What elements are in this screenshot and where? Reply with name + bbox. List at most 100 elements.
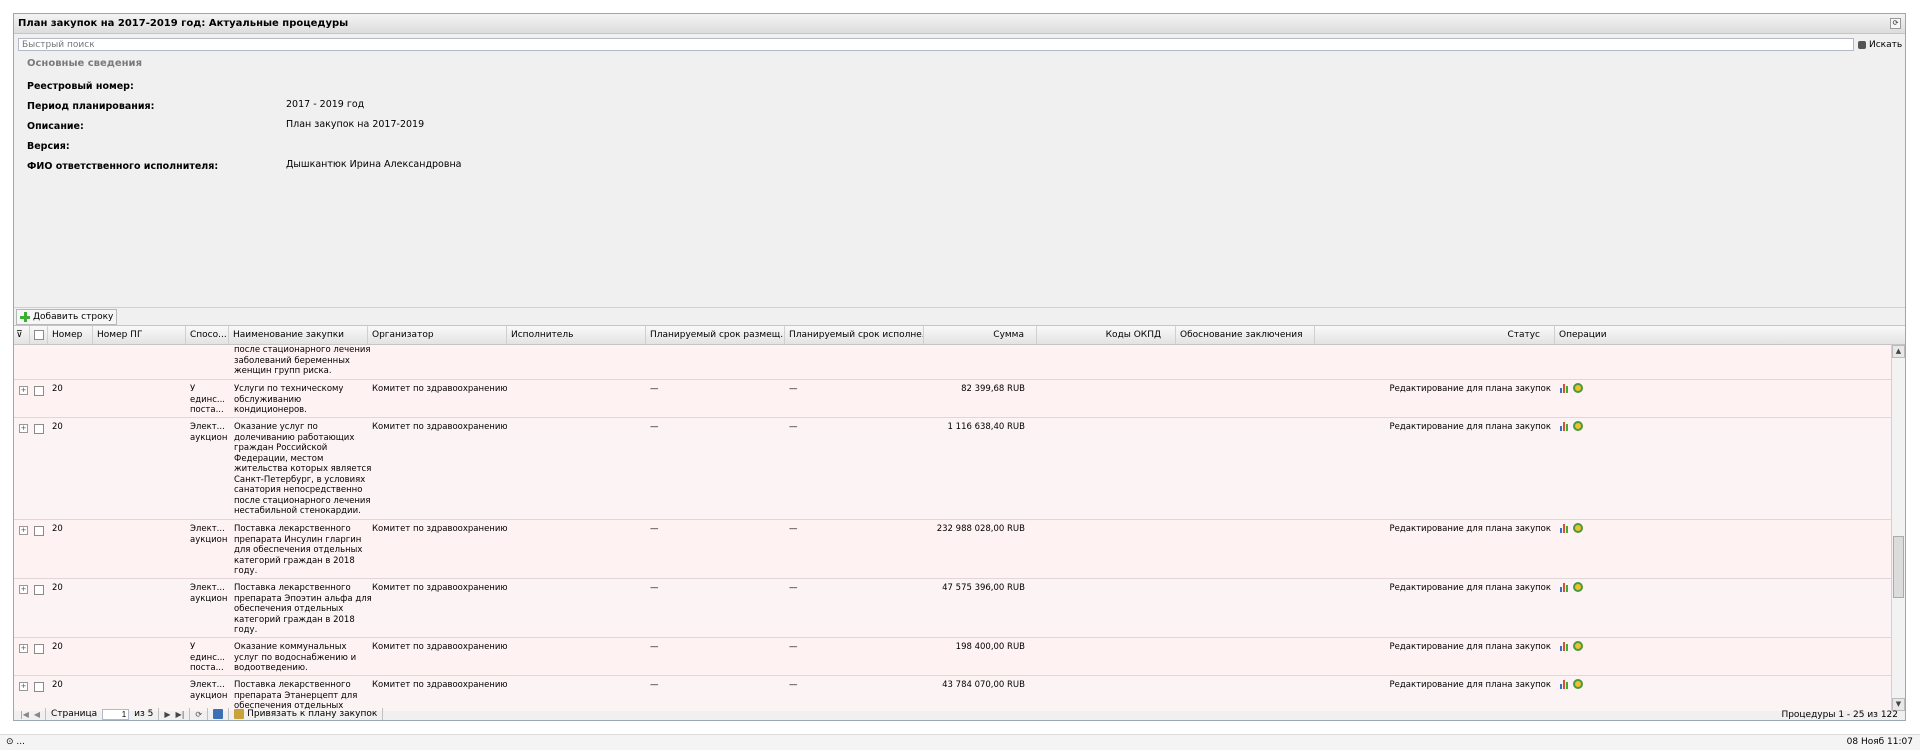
row-term-placement: — <box>650 642 659 652</box>
expand-row-icon[interactable]: + <box>19 526 28 535</box>
column-number[interactable]: Номер <box>48 326 93 344</box>
page-number-input[interactable] <box>102 708 130 720</box>
row-organizer: Комитет по здравоохранению <box>372 524 508 534</box>
column-status[interactable]: Статус <box>1315 326 1555 344</box>
column-sum[interactable]: Сумма <box>924 326 1037 344</box>
expand-row-icon[interactable]: + <box>19 424 28 433</box>
expand-row-icon[interactable]: + <box>19 682 28 691</box>
row-operations <box>1560 383 1583 393</box>
bind-to-plan-button[interactable]: Привязать к плану закупок <box>234 709 377 719</box>
gear-icon[interactable] <box>1573 383 1583 393</box>
save-icon[interactable] <box>213 709 224 719</box>
refresh-grid-icon[interactable]: ⟳ <box>195 710 202 719</box>
chart-icon[interactable] <box>1560 641 1570 651</box>
chart-icon[interactable] <box>1560 523 1570 533</box>
expand-row-icon[interactable]: + <box>19 386 28 395</box>
gear-icon[interactable] <box>1573 421 1583 431</box>
grid-body: после стационарного лечения заболеваний … <box>14 345 1892 711</box>
search-button[interactable]: Искать <box>1858 40 1902 50</box>
row-checkbox[interactable] <box>34 424 44 434</box>
chart-icon[interactable] <box>1560 421 1570 431</box>
row-term-placement: — <box>650 524 659 534</box>
column-organizer[interactable]: Организатор <box>368 326 507 344</box>
table-row-partial[interactable]: после стационарного лечения заболеваний … <box>14 345 1892 380</box>
first-page-icon[interactable]: |◀ <box>20 710 29 719</box>
row-name: Оказание услуг по долечиванию работающих… <box>234 422 372 516</box>
table-row[interactable]: + 20 Элект... аукцион Оказание услуг по … <box>14 418 1892 520</box>
status-left: ⊙ ... <box>6 737 25 747</box>
row-term-execution: — <box>789 384 798 394</box>
row-checkbox[interactable] <box>34 386 44 396</box>
filter-clear-icon[interactable]: ⊽ <box>14 326 30 344</box>
row-number: 20 <box>52 680 63 690</box>
row-checkbox[interactable] <box>34 526 44 536</box>
row-sum: 198 400,00 RUB <box>955 642 1025 652</box>
gear-icon[interactable] <box>1573 679 1583 689</box>
row-status: Редактирование для плана закупок <box>1389 583 1551 593</box>
row-operations <box>1560 523 1583 533</box>
row-operations <box>1560 641 1583 651</box>
expand-row-icon[interactable]: + <box>19 585 28 594</box>
row-term-placement: — <box>650 422 659 432</box>
table-row[interactable]: + 20 У единс... поста... Оказание коммун… <box>14 638 1892 676</box>
row-number: 20 <box>52 583 63 593</box>
table-row[interactable]: + 20 У единс... поста... Услуги по техни… <box>14 380 1892 418</box>
basic-info-legend: Основные сведения <box>27 58 142 69</box>
quick-search-input[interactable] <box>18 38 1854 51</box>
gear-icon[interactable] <box>1573 582 1583 592</box>
select-all-checkbox[interactable] <box>30 326 48 344</box>
table-row[interactable]: + 20 Элект... аукцион Поставка лекарстве… <box>14 676 1892 711</box>
expand-row-icon[interactable]: + <box>19 644 28 653</box>
table-row[interactable]: + 20 Элект... аукцион Поставка лекарстве… <box>14 520 1892 579</box>
row-term-placement: — <box>650 384 659 394</box>
row-organizer: Комитет по здравоохранению <box>372 384 508 394</box>
chart-icon[interactable] <box>1560 383 1570 393</box>
add-row-label: Добавить строку <box>33 312 114 322</box>
row-sum: 232 988 028,00 RUB <box>936 524 1025 534</box>
search-bar: Искать <box>14 34 1905 53</box>
divider <box>207 708 209 720</box>
column-justification[interactable]: Обоснование заключения <box>1176 326 1315 344</box>
divider <box>45 708 47 720</box>
row-name: Поставка лекарственного препарата Эпоэти… <box>234 583 372 635</box>
gear-icon[interactable] <box>1573 523 1583 533</box>
chart-icon[interactable] <box>1560 582 1570 592</box>
column-operations[interactable]: Операции <box>1555 326 1892 344</box>
refresh-icon[interactable]: ⟳ <box>1890 18 1901 29</box>
row-sum: 1 116 638,40 RUB <box>947 422 1025 432</box>
row-checkbox[interactable] <box>34 682 44 692</box>
search-button-label: Искать <box>1869 39 1903 50</box>
row-checkbox[interactable] <box>34 644 44 654</box>
row-method: Элект... аукцион <box>190 422 228 443</box>
column-plan-number[interactable]: Номер ПГ <box>93 326 186 344</box>
row-number: 20 <box>52 384 63 394</box>
column-name[interactable]: Наименование закупки <box>229 326 368 344</box>
chart-icon[interactable] <box>1560 679 1570 689</box>
table-row[interactable]: + 20 Элект... аукцион Поставка лекарстве… <box>14 579 1892 638</box>
column-okpd[interactable]: Коды ОКПД <box>1037 326 1176 344</box>
column-term-placement[interactable]: Планируемый срок размещ... <box>646 326 785 344</box>
row-term-execution: — <box>789 583 798 593</box>
column-method[interactable]: Спосо... <box>186 326 229 344</box>
row-checkbox[interactable] <box>34 585 44 595</box>
row-organizer: Комитет по здравоохранению <box>372 680 508 690</box>
grid-header: ⊽ Номер Номер ПГ Спосо... Наименование з… <box>14 326 1905 345</box>
divider <box>158 708 160 720</box>
row-method: У единс... поста... <box>190 384 225 415</box>
column-executor[interactable]: Исполнитель <box>507 326 646 344</box>
procedures-panel: План закупок на 2017-2019 год: Актуальны… <box>13 13 1906 721</box>
scroll-thumb[interactable] <box>1893 536 1904 598</box>
row-method: У единс... поста... <box>190 642 225 673</box>
prev-page-icon[interactable]: ◀ <box>34 710 40 719</box>
scroll-up-icon[interactable]: ▲ <box>1892 345 1905 358</box>
procedures-grid: ⊽ Номер Номер ПГ Спосо... Наименование з… <box>14 325 1905 711</box>
grid-vertical-scrollbar[interactable]: ▲ ▼ <box>1891 345 1905 711</box>
column-term-execution[interactable]: Планируемый срок исполне... <box>785 326 924 344</box>
row-organizer: Комитет по здравоохранению <box>372 583 508 593</box>
row-name: Услуги по техническому обслуживанию конд… <box>234 384 344 415</box>
gear-icon[interactable] <box>1573 641 1583 651</box>
last-page-icon[interactable]: ▶| <box>176 710 185 719</box>
add-row-button[interactable]: Добавить строку <box>16 309 118 325</box>
status-datetime: 08 Нояб 11:07 <box>1846 737 1913 747</box>
next-page-icon[interactable]: ▶ <box>164 710 170 719</box>
